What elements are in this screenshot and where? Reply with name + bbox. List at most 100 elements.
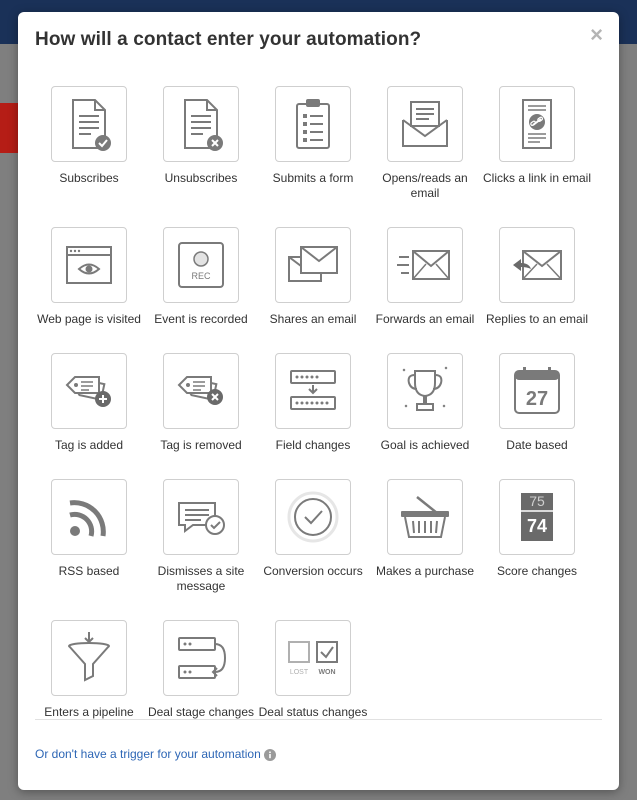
- document-check-icon: [72, 99, 111, 151]
- trigger-label: Score changes: [496, 564, 578, 578]
- rec-text: REC: [191, 271, 211, 281]
- info-icon[interactable]: [264, 749, 276, 761]
- trigger-tile[interactable]: [275, 479, 351, 555]
- trigger-tag-added[interactable]: Tag is added: [33, 353, 145, 475]
- trigger-makes-purchase[interactable]: Makes a purchase: [369, 479, 481, 616]
- trigger-submits-form[interactable]: Submits a form: [257, 86, 369, 223]
- trigger-label: Opens/reads an email: [382, 171, 468, 200]
- trigger-grid: Subscribes Unsubscribes Submits a form O…: [33, 86, 603, 746]
- won-text: WON: [318, 669, 335, 676]
- trigger-label: Enters a pipeline: [44, 705, 134, 719]
- trigger-tile[interactable]: [51, 86, 127, 162]
- trigger-tile[interactable]: 75 74: [499, 479, 575, 555]
- trigger-label: Deal stage changes: [147, 705, 255, 719]
- trigger-label: Deal status changes: [258, 705, 368, 719]
- trigger-conversion-occurs[interactable]: Conversion occurs: [257, 479, 369, 616]
- trigger-tile[interactable]: [275, 227, 351, 303]
- background-red-banner: [0, 103, 20, 153]
- trigger-clicks-link[interactable]: Clicks a link in email: [481, 86, 593, 223]
- trigger-date-based[interactable]: 27 Date based: [481, 353, 593, 475]
- trigger-shares-email[interactable]: Shares an email: [257, 227, 369, 349]
- trigger-tile[interactable]: [275, 353, 351, 429]
- trigger-opens-email[interactable]: Opens/reads an email: [369, 86, 481, 223]
- trigger-subscribes[interactable]: Subscribes: [33, 86, 145, 223]
- trigger-label: Event is recorded: [154, 312, 248, 326]
- no-trigger-link[interactable]: Or don't have a trigger for your automat…: [35, 747, 261, 761]
- trigger-deal-status-changes[interactable]: LOST WON Deal status changes: [257, 620, 369, 742]
- chat-check-icon: [178, 502, 225, 535]
- tag-plus-icon: [65, 376, 111, 407]
- trigger-label: RSS based: [58, 564, 120, 578]
- trigger-label: Tag is added: [54, 438, 124, 452]
- trigger-label: Clicks a link in email: [482, 171, 592, 185]
- clipboard-form-icon: [296, 99, 330, 149]
- trigger-label: Goal is achieved: [380, 438, 470, 452]
- trigger-unsubscribes[interactable]: Unsubscribes: [145, 86, 257, 223]
- trigger-label: Makes a purchase: [375, 564, 475, 578]
- trigger-tile[interactable]: [163, 479, 239, 555]
- trigger-enters-pipeline[interactable]: Enters a pipeline: [33, 620, 145, 742]
- calendar-day-text: 27: [526, 388, 548, 410]
- trigger-goal-achieved[interactable]: Goal is achieved: [369, 353, 481, 475]
- trigger-label: Replies to an email: [485, 312, 589, 326]
- trigger-tile[interactable]: 27: [499, 353, 575, 429]
- trigger-label: Web page is visited: [37, 312, 141, 326]
- trigger-tile[interactable]: [387, 227, 463, 303]
- trigger-tile[interactable]: [499, 227, 575, 303]
- trigger-tile[interactable]: [387, 86, 463, 162]
- trigger-tile[interactable]: [51, 227, 127, 303]
- trigger-web-page-visited[interactable]: Web page is visited: [33, 227, 145, 349]
- reply-envelope-icon: [513, 250, 562, 280]
- trigger-tile[interactable]: [163, 620, 239, 696]
- trigger-modal: How will a contact enter your automation…: [18, 12, 619, 790]
- trigger-replies-email[interactable]: Replies to an email: [481, 227, 593, 349]
- score-current-text: 74: [527, 516, 547, 536]
- fast-envelope-icon: [397, 250, 450, 280]
- calendar-icon: 27: [514, 367, 560, 414]
- trophy-icon: [402, 366, 448, 411]
- trigger-label: Subscribes: [59, 171, 119, 185]
- trigger-tile[interactable]: [275, 86, 351, 162]
- trigger-field-changes[interactable]: Field changes: [257, 353, 369, 475]
- trigger-tag-removed[interactable]: Tag is removed: [145, 353, 257, 475]
- trigger-tile[interactable]: REC: [163, 227, 239, 303]
- trigger-label: Date based: [506, 438, 568, 452]
- score-previous-text: 75: [529, 493, 545, 509]
- trigger-forwards-email[interactable]: Forwards an email: [369, 227, 481, 349]
- trigger-score-changes[interactable]: 75 74 Score changes: [481, 479, 593, 616]
- trigger-tile[interactable]: [387, 479, 463, 555]
- trigger-tile[interactable]: [163, 86, 239, 162]
- document-x-icon: [184, 99, 223, 151]
- rss-icon: [69, 500, 106, 537]
- rec-button-icon: REC: [178, 242, 224, 288]
- trigger-dismisses-message[interactable]: Dismisses a site message: [145, 479, 257, 616]
- trigger-label: Field changes: [275, 438, 351, 452]
- tag-x-icon: [177, 376, 223, 405]
- trigger-tile[interactable]: LOST WON: [275, 620, 351, 696]
- lost-won-icon: LOST WON: [288, 641, 338, 676]
- lost-text: LOST: [290, 669, 309, 676]
- score-counter-icon: 75 74: [521, 493, 553, 541]
- stacked-envelopes-icon: [288, 246, 338, 282]
- trigger-event-recorded[interactable]: REC Event is recorded: [145, 227, 257, 349]
- trigger-tile[interactable]: [163, 353, 239, 429]
- trigger-tile[interactable]: [51, 353, 127, 429]
- trigger-tile[interactable]: [51, 620, 127, 696]
- browser-eye-icon: [66, 246, 112, 284]
- trigger-label: Tag is removed: [160, 438, 242, 452]
- funnel-icon: [68, 632, 110, 682]
- document-link-icon: [522, 99, 552, 149]
- trigger-label: Dismisses a site message: [157, 564, 245, 593]
- field-arrow-icon: [290, 370, 336, 410]
- trigger-tile[interactable]: [499, 86, 575, 162]
- trigger-tile[interactable]: [387, 353, 463, 429]
- trigger-rss-based[interactable]: RSS based: [33, 479, 145, 616]
- close-icon[interactable]: ×: [590, 24, 603, 46]
- stage-swap-icon: [178, 637, 227, 679]
- trigger-label: Submits a form: [272, 171, 354, 185]
- trigger-tile[interactable]: [51, 479, 127, 555]
- trigger-deal-stage-changes[interactable]: Deal stage changes: [145, 620, 257, 742]
- trigger-label: Forwards an email: [375, 312, 475, 326]
- circle-check-icon: [287, 491, 339, 543]
- trigger-label: Shares an email: [269, 312, 357, 326]
